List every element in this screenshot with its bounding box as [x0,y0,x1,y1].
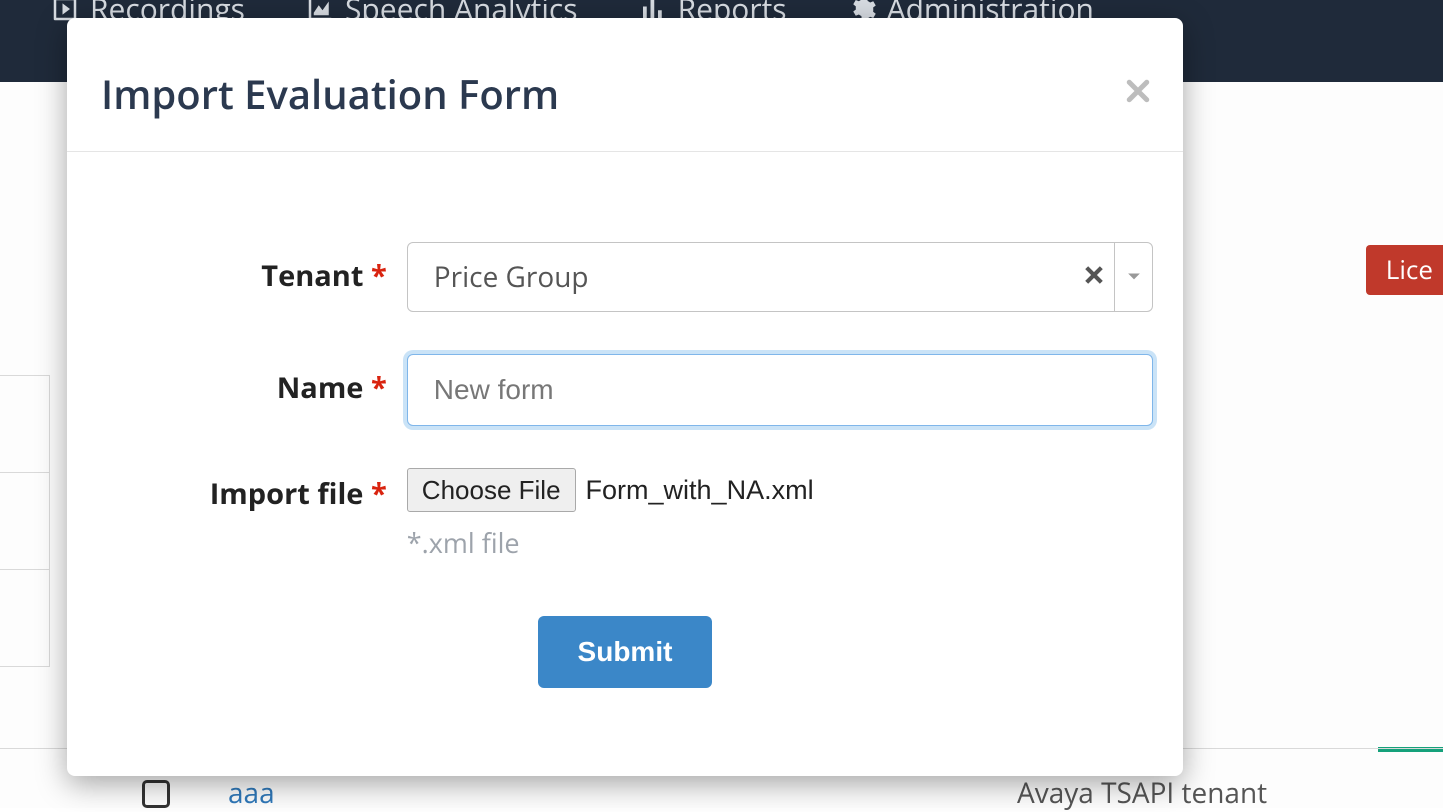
row-tenant-text: Avaya TSAPI tenant [1017,774,1267,812]
label-tenant-text: Tenant [261,256,363,295]
required-mark: * [371,368,387,407]
file-picker: Choose File Form_with_NA.xml [407,468,1153,512]
submit-row: Submit [67,616,1183,688]
modal-title: Import Evaluation Form [101,66,1151,121]
field-row-tenant: Tenant * Price Group [67,242,1183,312]
tenant-dropdown-toggle[interactable] [1114,243,1152,311]
tenant-select[interactable]: Price Group [407,242,1153,312]
label-tenant: Tenant * [67,242,407,295]
name-input[interactable] [407,354,1153,426]
row-link[interactable]: aaa [228,774,275,812]
modal-header: Import Evaluation Form [67,18,1183,152]
submit-button[interactable]: Submit [538,616,713,688]
file-type-hint: *.xml file [407,524,1153,561]
close-icon [1123,76,1153,106]
import-evaluation-form-modal: Import Evaluation Form Tenant * Price Gr… [67,18,1183,776]
license-button[interactable]: Lice [1366,245,1443,295]
field-row-name: Name * [67,354,1183,426]
chevron-down-icon [1127,272,1141,282]
tenant-select-value: Price Group [408,258,1074,296]
label-import-file-text: Import file [210,474,364,513]
label-name: Name * [67,354,407,407]
modal-body: Tenant * Price Group Name * [67,152,1183,688]
required-mark: * [371,256,387,295]
required-mark: * [371,474,387,513]
field-row-import-file: Import file * Choose File Form_with_NA.x… [67,468,1183,561]
close-button[interactable] [1123,76,1153,106]
label-name-text: Name [277,368,364,407]
row-checkbox[interactable] [142,780,170,808]
selected-file-name: Form_with_NA.xml [586,475,814,506]
clear-icon [1084,265,1104,285]
choose-file-button[interactable]: Choose File [407,468,576,512]
tenant-clear-button[interactable] [1074,265,1114,290]
bg-table-fragment [0,375,50,667]
label-import-file: Import file * [67,468,407,513]
